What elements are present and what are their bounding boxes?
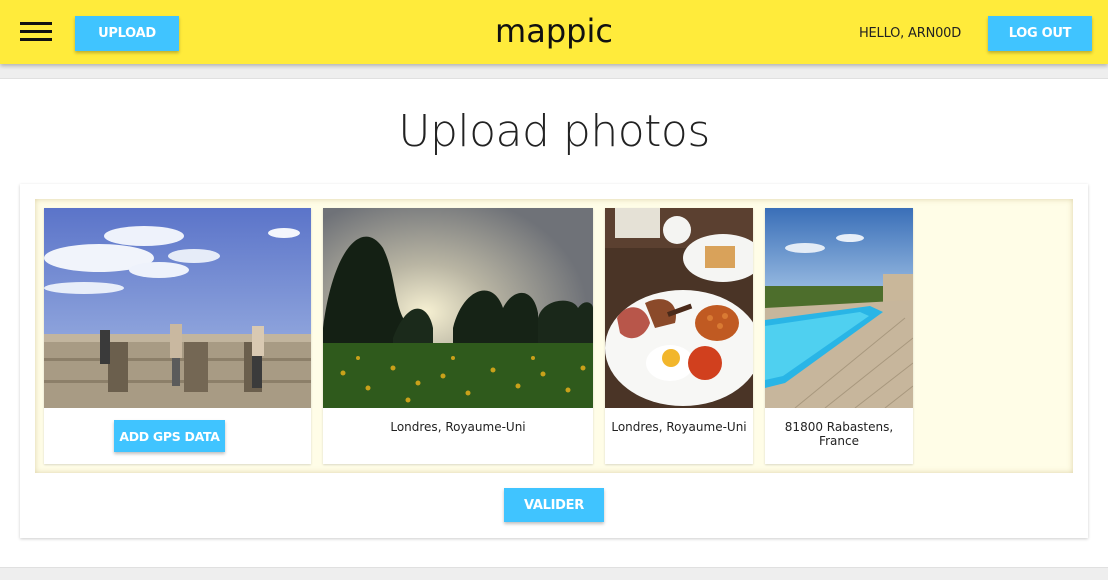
photo-thumbnail (44, 208, 311, 408)
footer-band (0, 567, 1108, 580)
menu-icon[interactable] (20, 20, 52, 44)
upload-button[interactable]: UPLOAD (75, 16, 179, 51)
logout-button[interactable]: LOG OUT (988, 16, 1092, 51)
user-greeting: HELLO, ARN00D (858, 26, 962, 41)
photo-card[interactable]: 81800 Rabastens, France (765, 208, 913, 464)
brand-title: mappic (495, 12, 613, 50)
photo-thumbnail (605, 208, 753, 408)
photo-card[interactable]: Londres, Royaume-Uni (323, 208, 593, 464)
photo-dropzone[interactable]: ADD GPS DATA Londres, Royaume-Uni Londre… (35, 199, 1073, 473)
add-gps-data-button[interactable]: ADD GPS DATA (114, 420, 225, 452)
photo-location: 81800 Rabastens, France (784, 420, 894, 448)
photo-thumbnail (765, 208, 913, 408)
photo-location: Londres, Royaume-Uni (390, 420, 526, 434)
page-title: Upload photos (398, 106, 710, 157)
photo-card[interactable]: ADD GPS DATA (44, 208, 311, 464)
photo-thumbnail (323, 208, 593, 408)
header-divider-band (0, 64, 1108, 79)
photo-card[interactable]: Londres, Royaume-Uni (605, 208, 753, 464)
photo-location: Londres, Royaume-Uni (611, 420, 747, 434)
top-app-bar: UPLOAD mappic HELLO, ARN00D LOG OUT (0, 0, 1108, 64)
valider-button[interactable]: VALIDER (504, 488, 604, 522)
upload-card: ADD GPS DATA Londres, Royaume-Uni Londre… (20, 184, 1088, 538)
